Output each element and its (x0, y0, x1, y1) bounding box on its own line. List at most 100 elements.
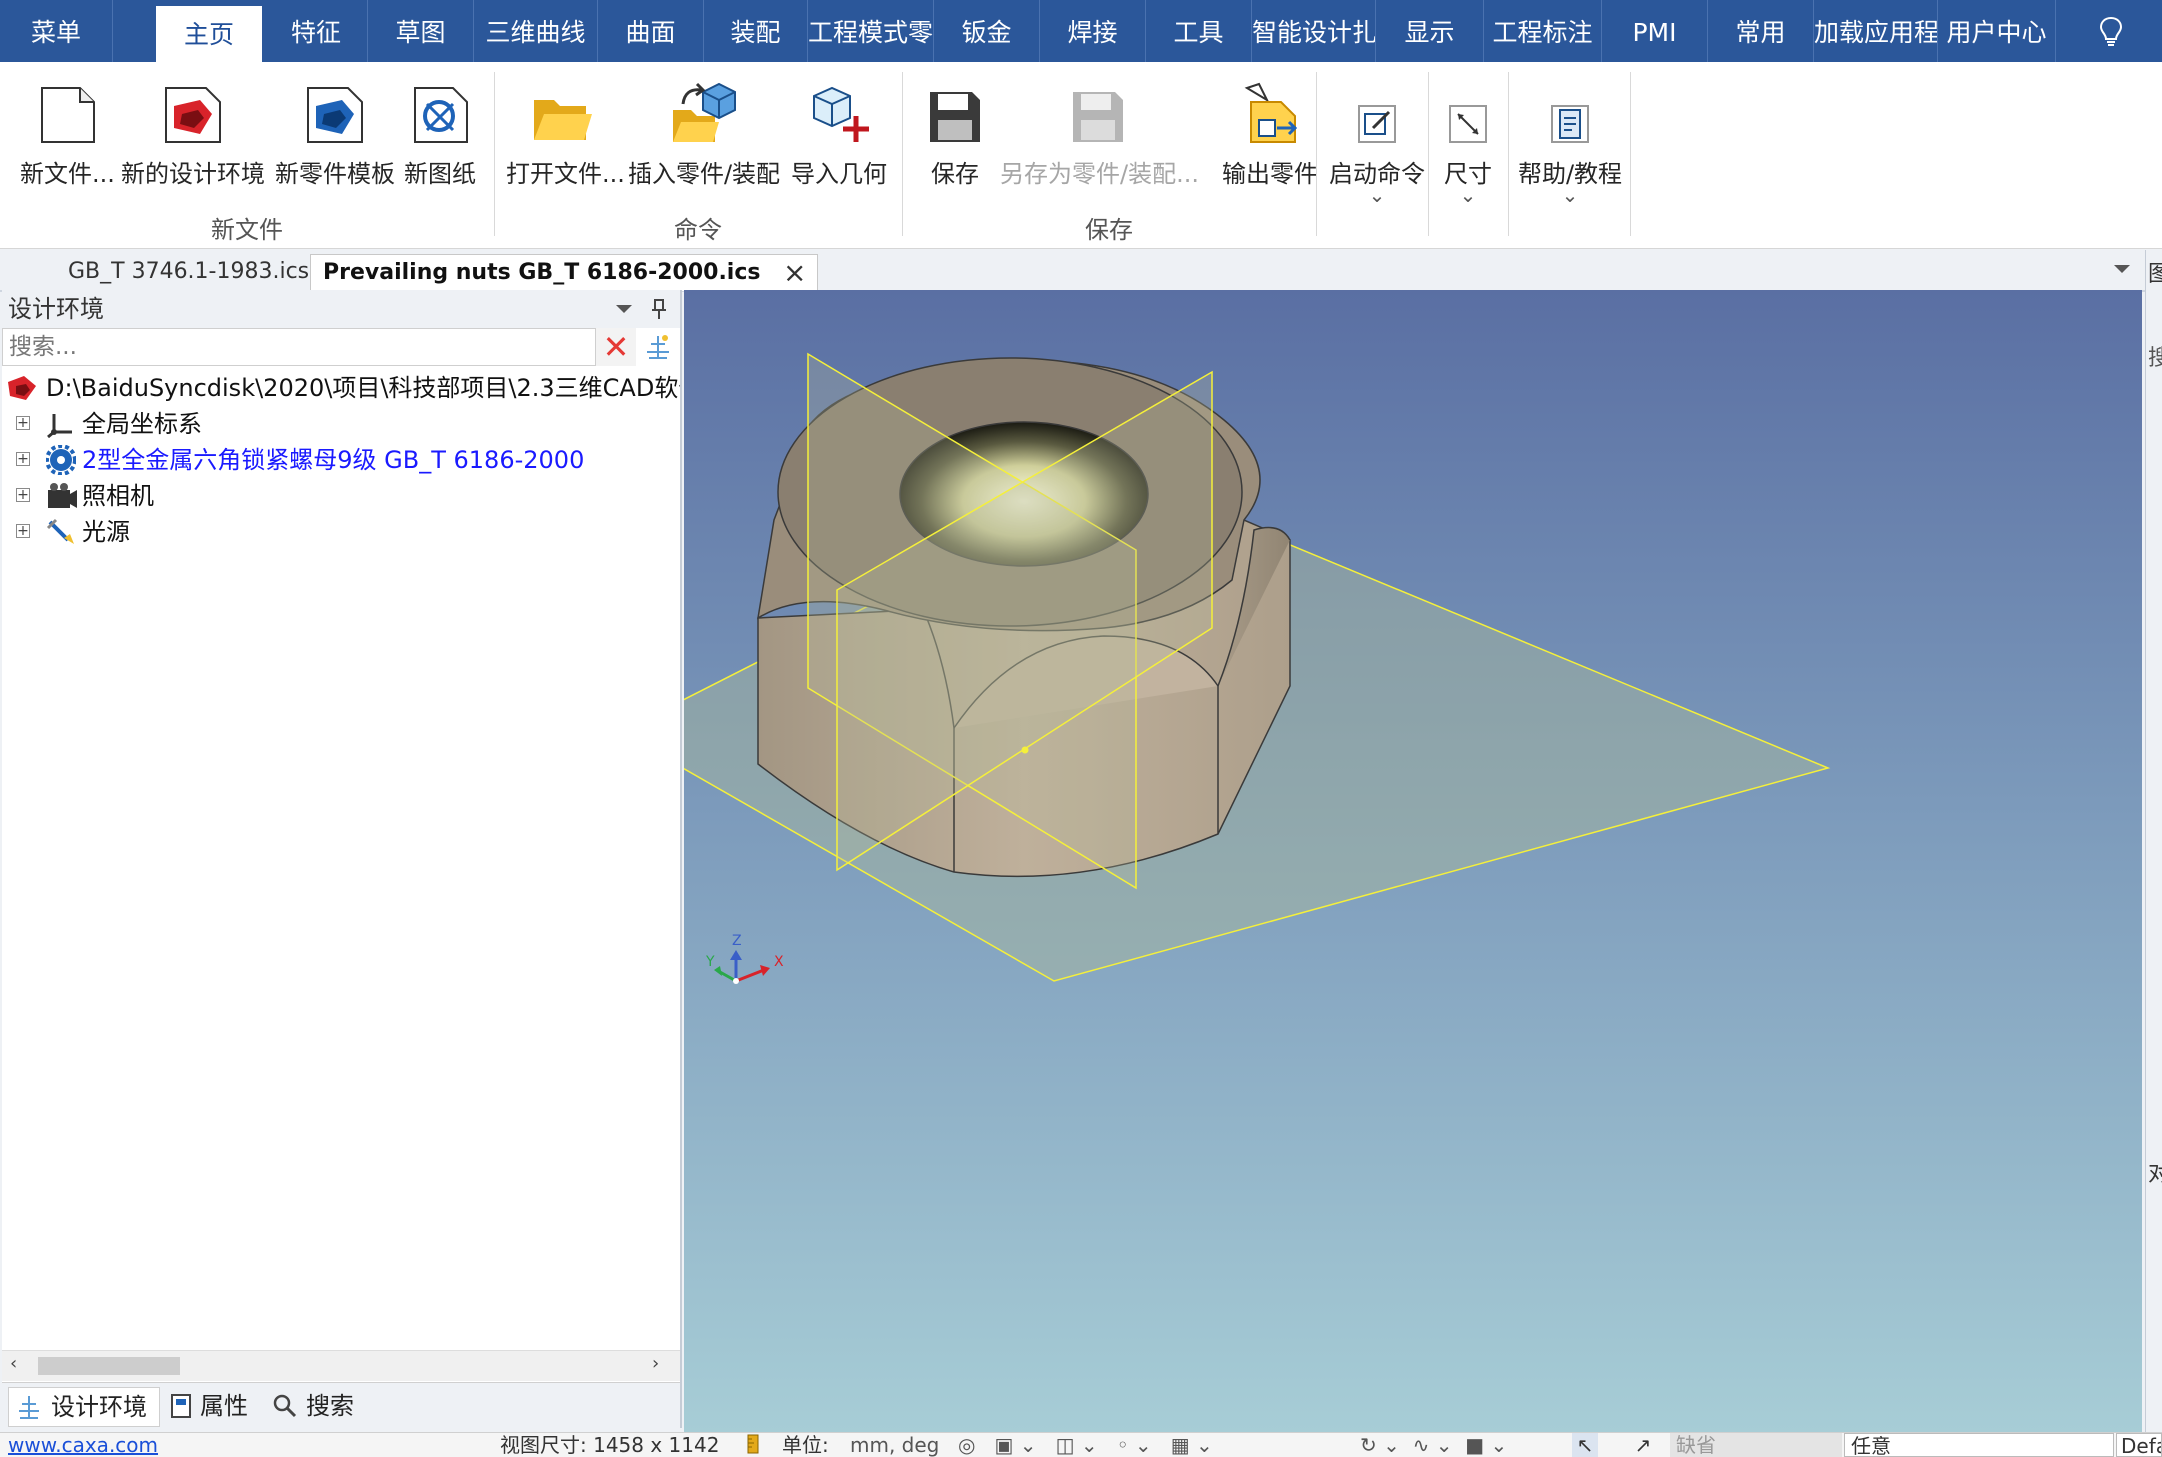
new-part-template-button[interactable]: 新零件模板 (272, 76, 398, 189)
menu-tab-load-app[interactable]: 加载应用程 (1814, 0, 1938, 62)
pointer-icon[interactable]: ↗ (1630, 1433, 1656, 1457)
save-button[interactable]: 保存 (918, 76, 992, 189)
expand-icon[interactable]: + (16, 524, 30, 538)
tab-properties[interactable]: 属性 (168, 1387, 268, 1425)
import-geometry-icon (813, 86, 869, 142)
insert-part-button[interactable]: 插入零件/装配 (626, 76, 782, 189)
axis-triad: Z X Y (705, 933, 784, 984)
group-separator (1508, 72, 1509, 236)
new-design-env-label: 新的设计环境 (121, 160, 265, 188)
shading-icon[interactable]: ▦ ⌄ (1171, 1433, 1213, 1457)
menu-tab-display[interactable]: 显示 (1376, 0, 1484, 62)
chevron-down-icon: ⌄ (1459, 183, 1477, 207)
help-book-icon (1551, 105, 1589, 143)
section-icon[interactable]: ◦ ⌄ (1117, 1433, 1152, 1457)
scroll-left-icon[interactable]: ‹ (10, 1353, 17, 1374)
help-tutorial-button[interactable]: 帮助/教程 ⌄ (1514, 76, 1626, 205)
orbit-icon[interactable]: ↻ ⌄ (1360, 1433, 1400, 1457)
render-mode-icon[interactable]: ◫ ⌄ (1056, 1433, 1098, 1457)
menu-tab-common[interactable]: 常用 (1708, 0, 1814, 62)
tree-search-input[interactable]: 搜索... (2, 328, 596, 366)
import-geometry-button[interactable]: 导入几何 (788, 76, 890, 189)
3d-viewport[interactable]: Z X Y (684, 290, 2142, 1432)
command-icon (1358, 105, 1396, 143)
select-cursor-icon[interactable]: ↖ (1572, 1433, 1598, 1457)
clear-search-icon[interactable]: ✕ (596, 328, 636, 366)
expand-icon[interactable]: + (16, 488, 30, 502)
menu-tab-smart-design[interactable]: 智能设计扎 (1252, 0, 1376, 62)
drawing-icon (414, 87, 468, 143)
insert-part-icon (673, 82, 736, 142)
panel-menu-chevron-icon[interactable] (614, 302, 634, 316)
horizontal-scrollbar[interactable]: ‹ › (2, 1350, 680, 1381)
document-tab-gbt3746[interactable]: GB_T 3746.1-1983.ics (56, 254, 321, 290)
menu-bar: 菜单 主页 特征 草图 三维曲线 曲面 装配 工程模式零 钣金 焊接 工具 智能… (0, 0, 2162, 62)
menu-tab-surface[interactable]: 曲面 (598, 0, 704, 62)
filter-icon[interactable] (638, 328, 678, 366)
group-separator (494, 72, 495, 236)
default-combo[interactable]: Defa (2116, 1433, 2162, 1457)
menu-tab-engineering-mode[interactable]: 工程模式零 (808, 0, 934, 62)
menu-tab-user-center[interactable]: 用户中心 (1938, 0, 2056, 62)
document-tab-prevailing-nuts[interactable]: Prevailing nuts GB_T 6186-2000.ics × (310, 254, 818, 291)
open-file-button[interactable]: 打开文件... (506, 76, 625, 189)
save-as-part-button[interactable]: 另存为零件/装配... (1000, 76, 1199, 189)
new-file-button[interactable]: 新文件... (20, 76, 115, 189)
units-value[interactable]: mm, deg (850, 1433, 939, 1457)
panel-bottom-tabs: 设计环境 属性 搜索 (2, 1382, 680, 1429)
right-panel-title-fragment: 图 (2148, 256, 2162, 288)
close-icon[interactable]: × (783, 255, 806, 291)
tree-root-item[interactable]: D:\BaiduSyncdisk\2020\项目\科技部项目\2.3三维CAD软… (6, 370, 680, 406)
tab-search[interactable]: 搜索 (272, 1387, 372, 1425)
export-part-button[interactable]: 输出零件 (1202, 76, 1338, 189)
tab-label: 设计环境 (51, 1393, 147, 1421)
start-command-button[interactable]: 启动命令 ⌄ (1322, 76, 1432, 205)
lightbulb-icon[interactable] (2096, 14, 2126, 48)
tab-design-env[interactable]: 设计环境 (8, 1387, 160, 1427)
search-icon (273, 1394, 297, 1418)
menu-tab-features[interactable]: 特征 (265, 0, 368, 62)
status-toolbar-icons-2[interactable]: ↻ ⌄ ∿ ⌄ ■ ⌄ (1360, 1433, 1560, 1457)
origin-point[interactable] (1021, 746, 1029, 754)
pin-icon[interactable] (650, 298, 668, 320)
tab-list-dropdown-icon[interactable] (2112, 262, 2132, 276)
tree-item-global-coords[interactable]: + 全局坐标系 (16, 406, 616, 442)
dimension-button[interactable]: 尺寸 ⌄ (1436, 76, 1500, 207)
expand-icon[interactable]: + (16, 452, 30, 466)
menu-tab-3d-curves[interactable]: 三维曲线 (474, 0, 598, 62)
status-bar: www.caxa.com 视图尺寸: 1458 x 1142 单位: mm, d… (0, 1432, 2162, 1457)
menu-tab-assembly[interactable]: 装配 (704, 0, 808, 62)
filter-combo[interactable]: 缺省 (1670, 1433, 1842, 1457)
menu-tab-welding[interactable]: 焊接 (1040, 0, 1146, 62)
part-template-icon (307, 87, 363, 143)
scrollbar-thumb[interactable] (38, 1357, 180, 1375)
status-toolbar-icons[interactable]: ◎ ▣ ⌄ ◫ ⌄ ◦ ⌄ ▦ ⌄ (958, 1433, 1358, 1457)
save-as-disk-icon (1073, 92, 1123, 142)
save-disk-icon (930, 92, 980, 142)
menu-tab-menu[interactable]: 菜单 (0, 0, 113, 62)
menu-tab-home[interactable]: 主页 (156, 6, 262, 62)
website-link[interactable]: www.caxa.com (8, 1433, 158, 1457)
3d-scene[interactable]: Z X Y (684, 290, 2142, 1432)
menu-tab-pmi[interactable]: PMI (1602, 0, 1708, 62)
new-drawing-button[interactable]: 新图纸 (402, 76, 478, 189)
view-cube-icon[interactable]: ▣ ⌄ (995, 1433, 1037, 1457)
menu-tab-sketch[interactable]: 草图 (368, 0, 474, 62)
menu-tab-tools[interactable]: 工具 (1146, 0, 1252, 62)
menu-tab-sheet-metal[interactable]: 钣金 (934, 0, 1040, 62)
expand-icon[interactable]: + (16, 416, 30, 430)
tree-item-part[interactable]: + 2型全金属六角锁紧螺母9级 GB_T 6186-2000 (16, 442, 666, 478)
selection-combo[interactable]: 任意 (1844, 1433, 2114, 1457)
tree-item-camera[interactable]: + 照相机 (16, 478, 616, 514)
new-design-env-button[interactable]: 新的设计环境 (118, 76, 268, 189)
light-source-icon (46, 518, 74, 544)
axis-z-label: Z (732, 933, 742, 949)
panel-title-text: 设计环境 (8, 295, 104, 323)
menu-tab-eng-annotation[interactable]: 工程标注 (1484, 0, 1602, 62)
scroll-right-icon[interactable]: › (652, 1353, 659, 1374)
new-file-icon (41, 87, 95, 143)
snap-icon[interactable]: ◎ (958, 1433, 975, 1457)
box-icon[interactable]: ■ ⌄ (1465, 1433, 1507, 1457)
curve-icon[interactable]: ∿ ⌄ (1413, 1433, 1453, 1457)
tree-item-light[interactable]: + 光源 (16, 514, 616, 550)
